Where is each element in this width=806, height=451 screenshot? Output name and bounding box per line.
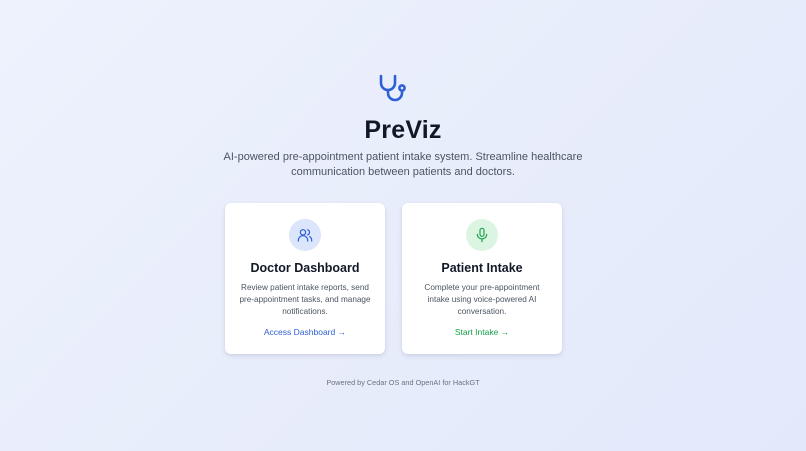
app-subtitle: AI-powered pre-appointment patient intak… <box>223 151 583 178</box>
doctor-dashboard-card[interactable]: Doctor Dashboard Review patient intake r… <box>225 203 385 354</box>
users-icon <box>289 219 321 251</box>
doctor-dashboard-description: Review patient intake reports, send pre-… <box>239 283 371 316</box>
patient-intake-description: Complete your pre-appointment intake usi… <box>424 283 540 316</box>
app-title: PreViz <box>364 116 442 144</box>
doctor-dashboard-title: Doctor Dashboard <box>250 261 360 275</box>
microphone-icon <box>466 219 498 251</box>
patient-intake-card[interactable]: Patient Intake Complete your pre-appoint… <box>402 203 562 354</box>
access-dashboard-link[interactable]: Access Dashboard → <box>225 326 385 338</box>
start-intake-link[interactable]: Start Intake → <box>402 326 562 338</box>
stethoscope-icon <box>377 73 409 105</box>
footer-text: Powered by Cedar OS and OpenAI for HackG… <box>326 378 480 387</box>
patient-intake-title: Patient Intake <box>441 261 523 275</box>
landing-page: PreViz AI-powered pre-appointment patien… <box>0 0 806 451</box>
